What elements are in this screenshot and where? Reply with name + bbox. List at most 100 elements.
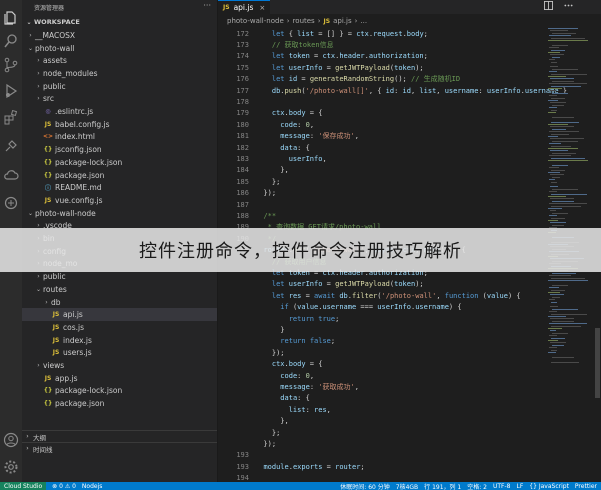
code-line[interactable]: 180 code: 0, bbox=[218, 119, 543, 130]
code-line[interactable]: ctx.body = { bbox=[218, 359, 543, 370]
tree-file[interactable]: {} package.json bbox=[22, 397, 217, 410]
code-line[interactable]: list: res, bbox=[218, 404, 543, 415]
breadcrumb-folder[interactable]: photo-wall-node bbox=[227, 17, 284, 25]
code-line[interactable]: 188 /** bbox=[218, 210, 543, 221]
breadcrumb-file[interactable]: api.js bbox=[333, 17, 352, 25]
code-text: }; bbox=[255, 428, 281, 437]
tree-file[interactable]: {} package-lock.json bbox=[22, 385, 217, 398]
branch-indicator[interactable]: Nodejs bbox=[82, 483, 102, 490]
machine-spec[interactable]: 7核4GB bbox=[396, 482, 418, 490]
cursor-position[interactable]: 行 191，列 1 bbox=[424, 482, 461, 490]
minimap-line bbox=[550, 198, 574, 200]
code-line[interactable]: }); bbox=[218, 438, 543, 449]
code-line[interactable]: 175 let userInfo = getJWTPayload(token); bbox=[218, 62, 543, 73]
tab-api-js[interactable]: JS api.js × bbox=[218, 0, 270, 14]
tree-folder[interactable]: › public bbox=[22, 270, 217, 283]
tree-file[interactable]: {} jsconfig.json bbox=[22, 143, 217, 156]
code-line[interactable]: 187 bbox=[218, 199, 543, 210]
remote-explorer-icon[interactable] bbox=[3, 195, 19, 211]
workspace-header[interactable]: ⌄ WORKSPACE bbox=[24, 16, 217, 28]
tree-file[interactable]: JS app.js bbox=[22, 372, 217, 385]
code-line[interactable]: 172 let { list = [] } = ctx.request.body… bbox=[218, 28, 543, 39]
code-line[interactable]: 193 module.exports = router; bbox=[218, 461, 543, 472]
tree-folder[interactable]: ⌄ photo-wall-node bbox=[22, 207, 217, 220]
close-icon[interactable]: × bbox=[259, 4, 265, 12]
code-line[interactable]: 177 db.push('/photo-wall[]', { id: id, l… bbox=[218, 85, 567, 96]
code-line[interactable]: 182 data: { bbox=[218, 142, 543, 153]
breadcrumb-symbol[interactable]: ... bbox=[360, 17, 367, 25]
code-line[interactable]: code: 0, bbox=[218, 370, 543, 381]
code-line[interactable]: }, bbox=[218, 416, 543, 427]
tree-folder[interactable]: › src bbox=[22, 93, 217, 106]
tree-file[interactable]: {} package-lock.json bbox=[22, 156, 217, 169]
indentation[interactable]: 空格: 2 bbox=[467, 482, 487, 490]
code-line[interactable]: } bbox=[218, 324, 543, 335]
split-editor-icon[interactable] bbox=[544, 1, 553, 13]
tree-folder[interactable]: ⌄ routes bbox=[22, 283, 217, 296]
code-line[interactable]: data: { bbox=[218, 393, 543, 404]
tree-folder[interactable]: › db bbox=[22, 296, 217, 309]
cloud-icon[interactable] bbox=[3, 167, 19, 183]
more-actions-icon[interactable] bbox=[564, 1, 573, 13]
code-line[interactable]: 186 }); bbox=[218, 188, 543, 199]
code-line[interactable]: 181 message: '保存成功', bbox=[218, 131, 543, 142]
code-line[interactable]: 185 }; bbox=[218, 176, 543, 187]
run-debug-icon[interactable] bbox=[3, 83, 19, 99]
breadcrumb-folder[interactable]: routes bbox=[293, 17, 315, 25]
code-line[interactable]: if (value.username === userInfo.username… bbox=[218, 302, 543, 313]
tree-file[interactable]: ⓘ README.md bbox=[22, 181, 217, 194]
code-line[interactable]: 193 bbox=[218, 450, 543, 461]
remote-indicator[interactable]: Cloud Studio bbox=[0, 482, 47, 490]
account-icon[interactable] bbox=[3, 432, 19, 448]
extensions-icon[interactable] bbox=[3, 109, 19, 125]
code-line[interactable]: 184 }, bbox=[218, 165, 543, 176]
tree-file[interactable]: JS cos.js bbox=[22, 321, 217, 334]
code-line[interactable]: 179 ctx.body = { bbox=[218, 108, 543, 119]
code-line[interactable]: message: '获取成功', bbox=[218, 381, 543, 392]
settings-gear-icon[interactable] bbox=[3, 459, 19, 475]
tree-item-label: assets bbox=[43, 56, 67, 66]
problems-indicator[interactable]: ⊗ 0 ⚠ 0 bbox=[52, 483, 76, 490]
code-line[interactable]: return true; bbox=[218, 313, 543, 324]
tree-folder[interactable]: ⌄ photo-wall bbox=[22, 42, 217, 55]
remote-icon[interactable] bbox=[3, 138, 19, 154]
sleep-timer[interactable]: 休眠时间: 60 分钟 bbox=[340, 482, 389, 490]
code-line[interactable]: 183 userInfo, bbox=[218, 153, 543, 164]
code-line[interactable]: 174 let token = ctx.header.authorization… bbox=[218, 51, 543, 62]
scrollbar-thumb[interactable] bbox=[595, 328, 600, 398]
tree-file[interactable]: {} package.json bbox=[22, 169, 217, 182]
code-line[interactable]: let res = await db.filter('/photo-wall',… bbox=[218, 290, 543, 301]
code-line[interactable]: return false; bbox=[218, 336, 543, 347]
tree-file[interactable]: JS users.js bbox=[22, 347, 217, 360]
tree-file[interactable]: JS vue.config.js bbox=[22, 194, 217, 207]
tree-folder[interactable]: › views bbox=[22, 359, 217, 372]
minimap-line bbox=[549, 275, 571, 277]
code-line[interactable]: 178 bbox=[218, 96, 543, 107]
tree-folder[interactable]: › public bbox=[22, 80, 217, 93]
tree-file[interactable]: <> index.html bbox=[22, 131, 217, 144]
tree-file[interactable]: JS api.js bbox=[22, 308, 217, 322]
tree-folder[interactable]: › assets bbox=[22, 54, 217, 67]
code-line[interactable]: let userInfo = getJWTPayload(token); bbox=[218, 279, 543, 290]
formatter[interactable]: Prettier bbox=[575, 483, 597, 490]
encoding[interactable]: UTF-8 bbox=[493, 483, 511, 490]
tree-folder[interactable]: › __MACOSX bbox=[22, 29, 217, 42]
code-line[interactable]: }; bbox=[218, 427, 543, 438]
line-ending[interactable]: LF bbox=[517, 483, 524, 490]
tree-file[interactable]: JS index.js bbox=[22, 334, 217, 347]
language-mode[interactable]: {} JavaScript bbox=[529, 483, 569, 490]
more-actions-icon[interactable]: ··· bbox=[203, 1, 211, 10]
timeline-section[interactable]: › 时间线 bbox=[22, 442, 217, 454]
tree-folder[interactable]: › node_modules bbox=[22, 67, 217, 80]
tree-file[interactable]: JS babel.config.js bbox=[22, 118, 217, 131]
outline-section[interactable]: › 大纲 bbox=[22, 430, 217, 442]
tree-item-label: .eslintrc.js bbox=[55, 107, 94, 117]
tree-file[interactable]: ◎ .eslintrc.js bbox=[22, 105, 217, 118]
code-line[interactable]: 173 // 获取token信息 bbox=[218, 39, 543, 50]
code-line[interactable]: 176 let id = generateRandomString(); // … bbox=[218, 74, 543, 85]
minimap-line bbox=[550, 306, 558, 308]
source-control-icon[interactable] bbox=[3, 57, 19, 73]
code-line[interactable]: }); bbox=[218, 347, 543, 358]
files-icon[interactable] bbox=[3, 10, 19, 26]
search-icon[interactable] bbox=[3, 33, 19, 49]
